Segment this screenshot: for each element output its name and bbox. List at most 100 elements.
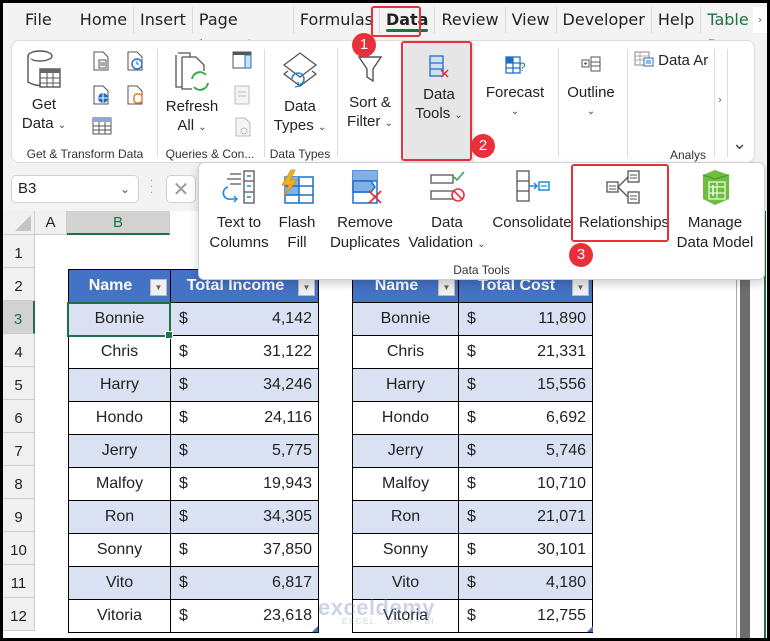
- manage-data-model-label-2: Data Model: [676, 234, 754, 251]
- value-cell[interactable]: $23,618: [170, 599, 319, 633]
- select-all-button[interactable]: [3, 211, 35, 235]
- name-cell[interactable]: Hondo: [68, 401, 171, 435]
- value-cell[interactable]: $11,890: [458, 302, 593, 336]
- get-data-button[interactable]: Get Data ⌄: [20, 49, 68, 135]
- row-header-3[interactable]: 3: [3, 301, 35, 334]
- remove-duplicates-button[interactable]: Remove Duplicates: [323, 169, 407, 253]
- tab-file[interactable]: File: [3, 7, 74, 33]
- manage-data-model-button[interactable]: Manage Data Model: [673, 169, 757, 253]
- row-header-4[interactable]: 4: [3, 334, 35, 367]
- row-header-12[interactable]: 12: [3, 598, 35, 631]
- name-cell[interactable]: Sonny: [352, 533, 459, 567]
- value-cell[interactable]: $6,692: [458, 401, 593, 435]
- table-resize-handle[interactable]: [312, 626, 318, 632]
- value-cell[interactable]: $4,180: [458, 566, 593, 600]
- value-cell[interactable]: $34,305: [170, 500, 319, 534]
- value-cell[interactable]: $37,850: [170, 533, 319, 567]
- tab-review[interactable]: Review: [435, 7, 506, 33]
- cancel-entry-button[interactable]: ✕: [166, 175, 196, 203]
- name-cell[interactable]: Malfoy: [352, 467, 459, 501]
- column-header-b[interactable]: B: [67, 211, 170, 235]
- row-header-5[interactable]: 5: [3, 367, 35, 400]
- data-types-button[interactable]: Data Types ⌄: [269, 49, 331, 137]
- row-header-7[interactable]: 7: [3, 433, 35, 466]
- name-cell[interactable]: Hondo: [352, 401, 459, 435]
- name-cell[interactable]: Harry: [68, 368, 171, 402]
- name-cell[interactable]: Bonnie: [352, 302, 459, 336]
- value-cell[interactable]: $5,746: [458, 434, 593, 468]
- value-cell[interactable]: $31,122: [170, 335, 319, 369]
- outline-button[interactable]: Outline ⌄: [560, 53, 622, 121]
- forecast-button[interactable]: ? Forecast ⌄: [482, 53, 548, 121]
- queries-connections-pane-icon[interactable]: [232, 51, 252, 69]
- text-to-columns-button[interactable]: Text to Columns: [205, 169, 273, 253]
- name-box[interactable]: B3 ⌄: [11, 175, 139, 203]
- value-cell[interactable]: $10,710: [458, 467, 593, 501]
- name-cell[interactable]: Ron: [68, 500, 171, 534]
- ribbon-scroll-right-button[interactable]: ›: [714, 93, 726, 106]
- row-header-2[interactable]: 2: [3, 268, 35, 301]
- name-cell[interactable]: Jerry: [68, 434, 171, 468]
- data-analysis-button[interactable]: Data Ar: [634, 51, 714, 69]
- row-header-11[interactable]: 11: [3, 565, 35, 598]
- refresh-all-button[interactable]: Refresh All ⌄: [162, 49, 222, 137]
- column-header-a[interactable]: A: [35, 211, 67, 235]
- value-cell[interactable]: $21,331: [458, 335, 593, 369]
- table-row: Ron $34,305: [68, 500, 319, 534]
- currency-symbol: $: [467, 376, 476, 393]
- tab-page-layout[interactable]: Page Layout: [193, 7, 294, 55]
- value-cell[interactable]: $12,755: [458, 599, 593, 633]
- tab-insert[interactable]: Insert: [134, 7, 193, 33]
- name-cell[interactable]: Vito: [68, 566, 171, 600]
- value-cell[interactable]: $15,556: [458, 368, 593, 402]
- from-table-range-icon[interactable]: [92, 117, 112, 135]
- from-text-csv-icon[interactable]: [92, 51, 110, 71]
- name-cell[interactable]: Chris: [68, 335, 171, 369]
- flash-fill-button[interactable]: Flash Fill: [275, 169, 319, 253]
- name-cell[interactable]: Vitoria: [68, 599, 171, 633]
- name-cell[interactable]: Jerry: [352, 434, 459, 468]
- properties-icon[interactable]: [234, 85, 250, 105]
- table-resize-handle[interactable]: [587, 626, 593, 632]
- from-web-icon[interactable]: [92, 85, 110, 105]
- tab-help[interactable]: Help: [652, 7, 702, 33]
- tab-developer[interactable]: Developer: [557, 7, 652, 33]
- active-cell-b3[interactable]: [67, 302, 173, 339]
- value-cell[interactable]: $30,101: [458, 533, 593, 567]
- row-header-1[interactable]: 1: [3, 235, 35, 268]
- name-cell[interactable]: Ron: [352, 500, 459, 534]
- name-cell[interactable]: Sonny: [68, 533, 171, 567]
- value-cell[interactable]: $21,071: [458, 500, 593, 534]
- tab-view[interactable]: View: [506, 7, 557, 33]
- row-header-9[interactable]: 9: [3, 499, 35, 532]
- name-cell[interactable]: Malfoy: [68, 467, 171, 501]
- filter-dropdown-icon[interactable]: ▼: [438, 279, 455, 296]
- formula-bar-grip-icon[interactable]: · · ·: [150, 177, 154, 199]
- row-header-8[interactable]: 8: [3, 466, 35, 499]
- tab-home[interactable]: Home: [74, 7, 135, 33]
- tabs-scroll-right-button[interactable]: ›: [753, 7, 767, 33]
- existing-connections-icon[interactable]: [126, 85, 144, 105]
- data-validation-button[interactable]: Data Validation ⌄: [407, 169, 487, 255]
- value-cell[interactable]: $34,246: [170, 368, 319, 402]
- sort-filter-button[interactable]: Sort & Filter ⌄: [342, 49, 398, 133]
- value-cell[interactable]: $19,943: [170, 467, 319, 501]
- filter-dropdown-icon[interactable]: ▼: [572, 279, 589, 296]
- filter-dropdown-icon[interactable]: ▼: [298, 279, 315, 296]
- table-row: Vito $6,817: [68, 566, 319, 600]
- row-header-10[interactable]: 10: [3, 532, 35, 565]
- tab-formulas[interactable]: Formulas: [294, 7, 380, 33]
- value-cell[interactable]: $4,142: [170, 302, 319, 336]
- value-cell[interactable]: $5,775: [170, 434, 319, 468]
- chevron-down-icon[interactable]: ⌄: [120, 176, 130, 202]
- recent-sources-icon[interactable]: [126, 51, 144, 71]
- name-cell[interactable]: Chris: [352, 335, 459, 369]
- edit-links-icon[interactable]: [234, 117, 252, 137]
- name-cell[interactable]: Harry: [352, 368, 459, 402]
- value-cell[interactable]: $6,817: [170, 566, 319, 600]
- value-cell[interactable]: $24,116: [170, 401, 319, 435]
- collapse-ribbon-button[interactable]: ⌄: [732, 133, 747, 154]
- consolidate-button[interactable]: Consolidate: [491, 169, 573, 233]
- filter-dropdown-icon[interactable]: ▼: [150, 279, 167, 296]
- row-header-6[interactable]: 6: [3, 400, 35, 433]
